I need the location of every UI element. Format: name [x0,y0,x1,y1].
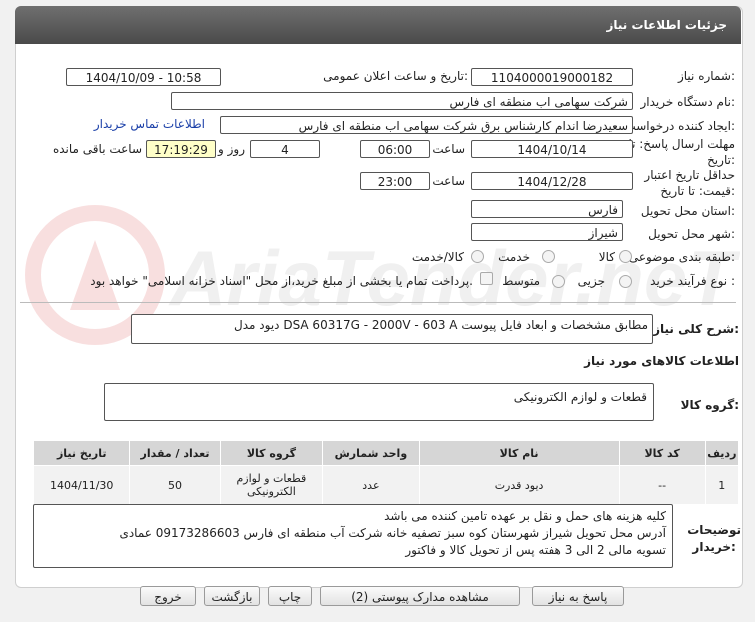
creator-field: سعیدرضا اندام کارشناس برق شرکت سهامی اب … [220,116,633,134]
notes-label-line1: توضیحات [687,523,741,537]
contact-buyer-link[interactable]: اطلاعات تماس خریدار [94,117,205,131]
category-goods-label: کالا [598,250,615,264]
goods-section-title: اطلاعات کالاهای مورد نیاز [584,354,739,368]
validity-time-field: 23:00 [360,172,430,190]
need-number-label: شماره نیاز: [677,69,735,83]
print-button[interactable]: چاپ [268,586,312,606]
notes-line2: آدرس محل تحویل شیراز شهرستان کوه سبز تصف… [119,526,666,540]
goods-group-box: قطعات و لوازم الکترونیکی [104,383,654,421]
announce-field: 1404/10/09 - 10:58 [66,68,221,86]
remaining-time-field: 17:19:29 [146,140,216,158]
summary-label: شرح کلی نیاز: [653,322,739,336]
goods-group-label: گروه کالا: [680,398,739,412]
cell-qty: 50 [129,465,221,505]
page-title: جزئیات اطلاعات نیاز [606,18,727,32]
cell-code: -- [618,465,706,505]
days-label: روز و [218,142,245,156]
view-docs-button[interactable]: مشاهده مدارک پیوستی (2) [320,586,520,606]
summary-box: دیود مدل DSA 60317G - 2000V - 603 A مطاب… [131,314,653,344]
process-medium-label: متوسط [502,274,540,288]
city-field: شیراز [471,223,623,241]
back-button[interactable]: بازگشت [204,586,260,606]
need-number-field: 1104000019000182 [471,68,633,86]
deadline-date-field: 1404/10/14 [471,140,633,158]
category-goods-radio[interactable] [619,250,632,263]
summary-text: دیود مدل DSA 60317G - 2000V - 603 A مطاب… [234,318,648,332]
cell-unit: عدد [322,465,420,505]
province-field: فارس [471,200,623,218]
remaining-label: ساعت باقی مانده [52,142,142,156]
category-service-label: خدمت [498,250,530,264]
days-field: 4 [250,140,320,158]
divider [20,302,736,303]
col-unit: واحد شمارش [322,440,420,466]
notes-label-line2: خریدار: [692,540,736,554]
panel-header: جزئیات اطلاعات نیاز [15,6,741,44]
city-label: شهر محل تحویل: [648,227,735,241]
cell-name: دیود قدرت [418,465,620,505]
treasury-checkbox[interactable] [480,272,493,285]
cell-date: 1404/11/30 [32,465,131,505]
col-group: گروه کالا [219,440,324,466]
category-both-radio[interactable] [471,250,484,263]
cell-group-line2: الکترونیکی [247,485,296,498]
cell-group-line1: قطعات و لوازم [236,472,307,485]
table-row: 1 -- دیود قدرت عدد قطعات و لوازم الکترونی… [32,465,740,505]
process-label: نوع فرآیند خرید : [650,274,735,288]
validity-time-label: ساعت [432,174,465,188]
validity-label: حداقل تاریخ اعتبار قیمت: تا تاریخ: [644,168,735,198]
notes-box: کلیه هزینه های حمل و نقل بر عهده تامین ک… [33,504,673,568]
col-row: ردیف [704,440,740,466]
category-service-radio[interactable] [542,250,555,263]
announce-label: تاریخ و ساعت اعلان عمومی: [323,69,468,83]
category-label: طبقه بندی موضوعی: [628,250,735,264]
notes-line1: کلیه هزینه های حمل و نقل بر عهده تامین ک… [384,509,666,523]
process-minor-label: جزیی [577,274,605,288]
deadline-label: مهلت ارسال پاسخ: تا تاریخ: [628,137,735,167]
reply-button[interactable]: پاسخ به نیاز [532,586,624,606]
category-both-label: کالا/خدمت [411,250,464,264]
process-minor-radio[interactable] [619,275,632,288]
payment-note: پرداخت تمام یا بخشی از مبلغ خرید،از محل … [90,274,473,288]
goods-table: ردیف کد کالا نام کالا واحد شمارش گروه کا… [32,440,740,505]
cell-group: قطعات و لوازم الکترونیکی [219,465,324,505]
buyer-org-field: شرکت سهامی اب منطقه ای فارس [171,92,633,110]
buyer-org-label: نام دستگاه خریدار: [640,95,736,109]
notes-text: کلیه هزینه های حمل و نقل بر عهده تامین ک… [119,508,666,559]
deadline-time-label: ساعت [432,142,465,156]
deadline-time-field: 06:00 [360,140,430,158]
table-header-row: ردیف کد کالا نام کالا واحد شمارش گروه کا… [32,440,740,466]
col-date: تاریخ نیاز [32,440,131,466]
province-label: استان محل تحویل: [640,204,735,218]
validity-date-field: 1404/12/28 [471,172,633,190]
process-medium-radio[interactable] [552,275,565,288]
goods-group-value: قطعات و لوازم الکترونیکی [513,390,647,404]
creator-label: ایجاد کننده درخواست: [624,119,735,133]
col-name: نام کالا [418,440,620,466]
exit-button[interactable]: خروج [140,586,196,606]
notes-line3: تسویه مالی 2 الی 3 هفته پس از تحویل کالا… [405,543,666,557]
col-code: کد کالا [618,440,706,466]
notes-label: توضیحات خریدار: [687,522,741,556]
col-qty: تعداد / مقدار [129,440,221,466]
cell-row: 1 [704,465,740,505]
